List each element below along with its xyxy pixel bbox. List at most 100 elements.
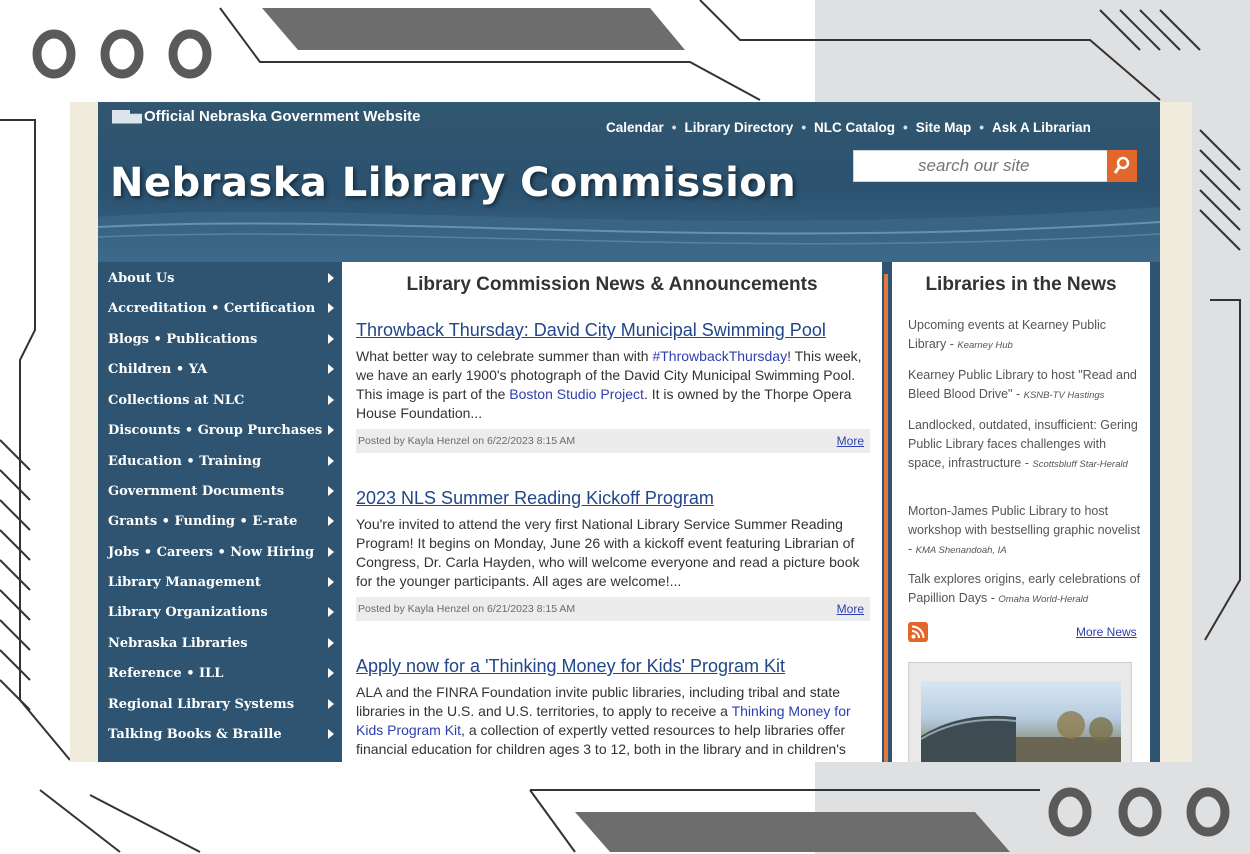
news-source: KSNB-TV Hastings (1023, 390, 1105, 401)
news-link[interactable]: Landlocked, outdated, insufficient: Geri… (908, 416, 1142, 474)
rss-icon[interactable] (908, 622, 928, 642)
top-nav-separator: • (979, 120, 985, 135)
top-nav-library-directory[interactable]: Library Directory (685, 120, 794, 135)
article-title-link[interactable]: 2023 NLS Summer Reading Kickoff Program (356, 488, 870, 509)
posted-by-text: Posted by Kayla Henzel on 6/22/2023 8:15… (358, 435, 576, 447)
more-news-link[interactable]: More News (1076, 625, 1137, 639)
nav-item-label: About Us (108, 270, 175, 286)
nav-item-label: Reference • ILL (108, 665, 224, 681)
news-article: Apply now for a 'Thinking Money for Kids… (356, 656, 870, 759)
posted-bar: Posted by Kayla Henzel on 6/21/2023 8:15… (356, 597, 870, 621)
nav-item-label: Education • Training (108, 453, 262, 469)
nav-item-label: Regional Library Systems (108, 696, 295, 712)
chevron-right-icon (328, 607, 334, 617)
news-link[interactable]: Kearney Public Library to host "Read and… (908, 366, 1142, 405)
nav-item-label: Library Organizations (108, 604, 268, 620)
nav-item-education[interactable]: Education • Training (108, 447, 336, 475)
posted-by-text: Posted by Kayla Henzel on 6/21/2023 8:15… (358, 603, 576, 615)
chevron-right-icon (328, 729, 334, 739)
more-link[interactable]: More (837, 602, 864, 616)
chevron-right-icon (328, 395, 334, 405)
posted-bar: Posted by Kayla Henzel on 6/22/2023 8:15… (356, 429, 870, 453)
chevron-right-icon (328, 516, 334, 526)
news-source: KMA Shenandoah, IA (915, 545, 1007, 556)
nav-item-library-organizations[interactable]: Library Organizations (108, 598, 336, 626)
top-nav-nlc-catalog[interactable]: NLC Catalog (814, 120, 895, 135)
news-main: Library Commission News & Announcements … (342, 262, 882, 762)
nav-item-grants[interactable]: Grants • Funding • E-rate (108, 507, 336, 535)
nebraska-state-icon (112, 109, 142, 124)
article-summary: You're invited to attend the very first … (356, 516, 860, 589)
more-link[interactable]: More (837, 434, 864, 448)
news-source: Kearney Hub (957, 340, 1013, 351)
chevron-right-icon (328, 303, 334, 313)
news-link[interactable]: Talk explores origins, early celebration… (908, 570, 1142, 609)
nav-item-children[interactable]: Children • YA (108, 355, 336, 383)
article-summary: What better way to celebrate summer than… (356, 347, 870, 423)
boston-studio-project-link[interactable]: Boston Studio Project (509, 386, 644, 402)
news-link[interactable]: Upcoming events at Kearney Public Librar… (908, 316, 1142, 355)
website-screenshot: Official Nebraska Government Website Cal… (70, 102, 1192, 762)
chevron-right-icon (328, 273, 334, 283)
search-icon (1113, 156, 1130, 174)
nav-item-about-us[interactable]: About Us (108, 264, 336, 292)
nav-item-label: Grants • Funding • E-rate (108, 513, 298, 529)
top-nav-separator: • (801, 120, 807, 135)
gov-website-link[interactable]: Official Nebraska Government Website (112, 108, 420, 125)
news-heading: Library Commission News & Announcements (406, 274, 818, 295)
throwback-thursday-link[interactable]: #ThrowbackThursday (652, 348, 787, 364)
nav-item-blogs[interactable]: Blogs • Publications (108, 325, 336, 353)
article-title-link[interactable]: Throwback Thursday: David City Municipal… (356, 320, 870, 341)
article-text: What better way to celebrate summer than… (356, 348, 653, 364)
nav-item-nebraska-libraries[interactable]: Nebraska Libraries (108, 629, 336, 657)
top-nav-separator: • (903, 120, 908, 135)
chevron-right-icon (328, 425, 334, 435)
chevron-right-icon (328, 364, 334, 374)
chevron-right-icon (328, 577, 334, 587)
nav-item-library-management[interactable]: Library Management (108, 568, 336, 596)
nav-item-discounts[interactable]: Discounts • Group Purchases (108, 416, 336, 444)
top-nav-ask-a-librarian[interactable]: Ask A Librarian (992, 120, 1091, 135)
chevron-right-icon (328, 638, 334, 648)
site-page: Official Nebraska Government Website Cal… (98, 102, 1160, 762)
search-button[interactable] (1107, 150, 1137, 182)
library-building-image (921, 711, 1121, 762)
chevron-right-icon (328, 486, 334, 496)
top-nav-calendar[interactable]: Calendar (606, 120, 664, 135)
nav-item-jobs[interactable]: Jobs • Careers • Now Hiring (108, 538, 336, 566)
libraries-in-news: Libraries in the News Upcoming events at… (892, 262, 1150, 762)
nav-item-regional-library-systems[interactable]: Regional Library Systems (108, 690, 336, 718)
nav-item-label: Government Documents (108, 483, 285, 499)
nav-item-talking-books[interactable]: Talking Books & Braille (108, 720, 336, 748)
chevron-right-icon (328, 456, 334, 466)
rss-feed-symbol (911, 625, 925, 639)
chevron-right-icon (328, 699, 334, 709)
search-input[interactable] (854, 151, 1110, 181)
nav-item-label: Children • YA (108, 361, 208, 377)
news-link[interactable]: Morton-James Public Library to host work… (908, 502, 1142, 560)
library-photo[interactable] (921, 681, 1121, 762)
nav-item-reference-ill[interactable]: Reference • ILL (108, 659, 336, 687)
article-summary: ALA and the FINRA Foundation invite publ… (356, 683, 870, 759)
news-link-text: Morton-James Public Library to host work… (908, 504, 1141, 537)
nav-item-accreditation[interactable]: Accreditation • Certification (108, 294, 336, 322)
nav-item-label: Discounts • Group Purchases (108, 422, 323, 438)
nav-item-collections[interactable]: Collections at NLC (108, 386, 336, 414)
news-source: Scottsbluff Star-Herald (1032, 459, 1128, 470)
chevron-right-icon (328, 668, 334, 678)
site-title[interactable]: Nebraska Library Commission (110, 160, 796, 206)
top-nav-separator: • (671, 120, 677, 135)
article-title-link[interactable]: Apply now for a 'Thinking Money for Kids… (356, 656, 870, 677)
nav-item-label: Nebraska Libraries (108, 635, 248, 651)
top-nav: Calendar • Library Directory • NLC Catal… (606, 120, 1091, 135)
nav-item-label: Blogs • Publications (108, 331, 258, 347)
nav-item-label: Accreditation • Certification (108, 300, 316, 316)
news-article: Throwback Thursday: David City Municipal… (356, 320, 870, 453)
nav-item-government-documents[interactable]: Government Documents (108, 477, 336, 505)
nav-item-label: Collections at NLC (108, 392, 245, 408)
nav-item-label: Library Management (108, 574, 261, 590)
chevron-right-icon (328, 334, 334, 344)
news-article: 2023 NLS Summer Reading Kickoff Program … (356, 488, 870, 621)
nav-item-label: Jobs • Careers • Now Hiring (108, 544, 315, 560)
top-nav-site-map[interactable]: Site Map (916, 120, 972, 135)
